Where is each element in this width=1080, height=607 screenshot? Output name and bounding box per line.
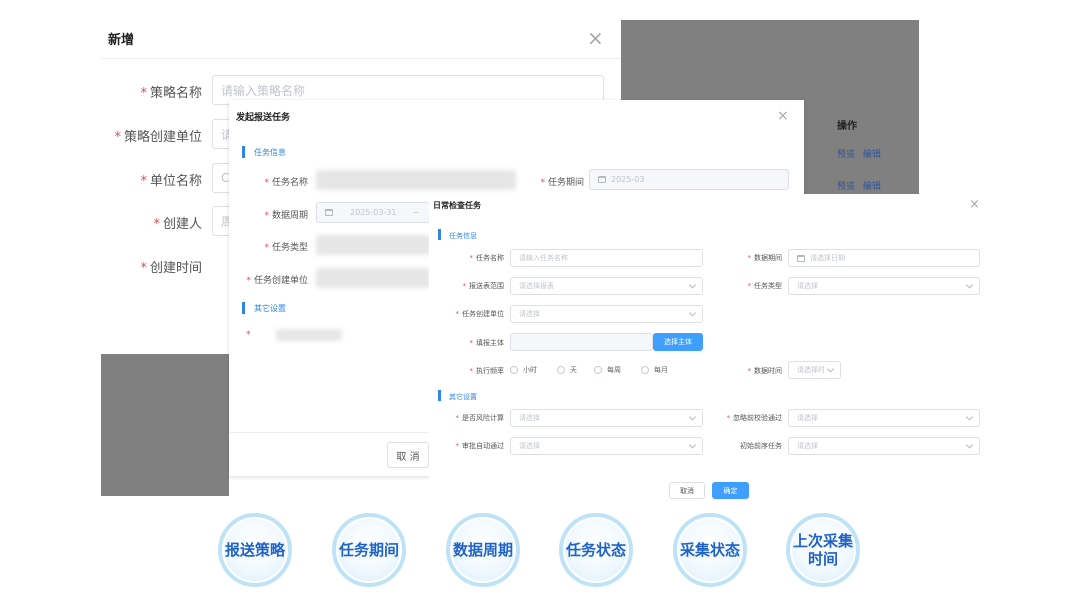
chevron-down-icon: [688, 413, 697, 421]
section-marker: [242, 146, 245, 158]
divider: [101, 58, 621, 59]
risk-calc-select[interactable]: 请选择: [510, 409, 703, 427]
section-title-task-info: 任务信息: [449, 232, 477, 240]
close-icon[interactable]: ×: [587, 28, 604, 48]
chevron-down-icon: [688, 309, 697, 317]
preview-link[interactable]: 预览: [837, 182, 855, 192]
section-title-task-info: 任务信息: [254, 148, 286, 157]
close-icon[interactable]: ×: [969, 198, 980, 211]
is-field-blurred: [276, 329, 342, 341]
overlay-left: [101, 354, 229, 496]
section-marker: [438, 390, 441, 401]
chevron-down-icon: [688, 441, 697, 449]
filler-input[interactable]: [510, 333, 653, 351]
dialog-daily-title: 日常检查任务: [433, 201, 481, 210]
table-row: 预览 编辑: [837, 179, 881, 192]
dialog-add-title: 新增: [108, 33, 135, 48]
frequency-radio-day[interactable]: 天: [557, 365, 577, 375]
field-label-data-period: * 数据期间: [747, 254, 783, 262]
data-time-select[interactable]: 请选择时: [788, 361, 841, 379]
field-label-create-time: * 创建时间: [140, 261, 202, 276]
chevron-down-icon: [965, 281, 974, 289]
data-period-input[interactable]: 2025-03-31 ~: [316, 202, 430, 223]
init-task-select[interactable]: 请选择: [788, 437, 980, 455]
field-label-data-period: * 数据周期: [264, 211, 308, 221]
feature-bubble-collect-status: 采集状态: [673, 513, 747, 587]
chevron-down-icon: [965, 441, 974, 449]
confirm-button[interactable]: 确定: [712, 482, 749, 499]
task-period-input[interactable]: 2025-03: [589, 169, 789, 190]
table-row: 预览 编辑: [837, 147, 881, 160]
skip-check-select[interactable]: 请选择: [788, 409, 980, 427]
section-marker: [242, 302, 245, 314]
field-label-report-scope: * 报送表范围: [462, 282, 505, 290]
field-label-task-type: * 任务类型: [264, 243, 308, 253]
divider: [229, 432, 429, 433]
task-type-blurred: [316, 235, 430, 255]
close-icon[interactable]: ×: [777, 109, 789, 123]
field-label-task-type: * 任务类型: [747, 282, 783, 290]
select-subject-button[interactable]: 选择主体: [653, 333, 703, 351]
field-label-skip-check: * 忽略前校验通过: [726, 414, 783, 422]
field-label-unit-name: * 单位名称: [140, 174, 202, 189]
calendar-icon: [598, 176, 606, 183]
field-label-task-period: * 任务期间: [540, 178, 584, 188]
task-name-input[interactable]: 请输入任务名称: [510, 249, 703, 267]
field-label-creator: * 创建人: [153, 217, 202, 232]
edit-link[interactable]: 编辑: [863, 150, 881, 160]
dialog-report-title: 发起报送任务: [236, 113, 291, 123]
field-label-task-name: * 任务名称: [469, 254, 505, 262]
feature-bubble-last-collect-time: 上次采集 时间: [786, 513, 860, 587]
cancel-button[interactable]: 取消: [669, 482, 705, 499]
calendar-icon: [325, 209, 333, 216]
field-label-task-unit: * 任务创建单位: [246, 276, 308, 286]
task-unit-blurred: [316, 268, 430, 288]
task-unit-select[interactable]: 请选择: [510, 305, 703, 323]
feature-bubble-report-strategy: 报送策略: [218, 513, 292, 587]
calendar-icon: [797, 254, 805, 262]
field-label-task-name: * 任务名称: [264, 178, 308, 188]
field-label-task-unit: * 任务创建单位: [455, 310, 505, 318]
frequency-radio-month[interactable]: 每月: [641, 365, 668, 375]
task-name-blurred: [316, 170, 516, 190]
feature-bubble-task-status: 任务状态: [559, 513, 633, 587]
data-period-input[interactable]: 请选择日期: [788, 249, 980, 267]
cancel-button[interactable]: 取 消: [387, 442, 429, 468]
field-label-strategy-unit: * 策略创建单位: [114, 130, 202, 145]
report-scope-select[interactable]: 请选择报表: [510, 277, 703, 295]
field-label-is: *: [246, 330, 251, 340]
field-label-auto-approve: * 审批自动通过: [455, 442, 505, 450]
frequency-radio-hour[interactable]: 小时: [510, 365, 537, 375]
chevron-down-icon: [965, 413, 974, 421]
field-label-risk-calc: * 是否风险计算: [455, 414, 505, 422]
feature-bubble-data-period: 数据周期: [446, 513, 520, 587]
field-label-frequency: * 执行频率: [469, 367, 505, 375]
table-overlay: [621, 20, 919, 100]
auto-approve-select[interactable]: 请选择: [510, 437, 703, 455]
edit-link[interactable]: 编辑: [863, 182, 881, 192]
section-marker: [438, 229, 441, 240]
column-header-action: 操作: [837, 121, 857, 132]
field-label-filler: * 填报主体: [469, 339, 505, 347]
frequency-radio-week[interactable]: 每周: [594, 365, 621, 375]
field-label-init-task: 初始前序任务: [740, 442, 782, 450]
field-label-strategy-name: * 策略名称: [140, 86, 202, 101]
section-title-other-settings: 其它设置: [449, 393, 477, 401]
field-label-data-time: * 数据时间: [747, 367, 783, 375]
chevron-down-icon: [826, 365, 835, 373]
task-type-select[interactable]: 请选择: [788, 277, 980, 295]
chevron-down-icon: [688, 281, 697, 289]
preview-link[interactable]: 预览: [837, 150, 855, 160]
feature-bubble-task-period: 任务期间: [332, 513, 406, 587]
section-title-other-settings: 其它设置: [254, 304, 286, 313]
